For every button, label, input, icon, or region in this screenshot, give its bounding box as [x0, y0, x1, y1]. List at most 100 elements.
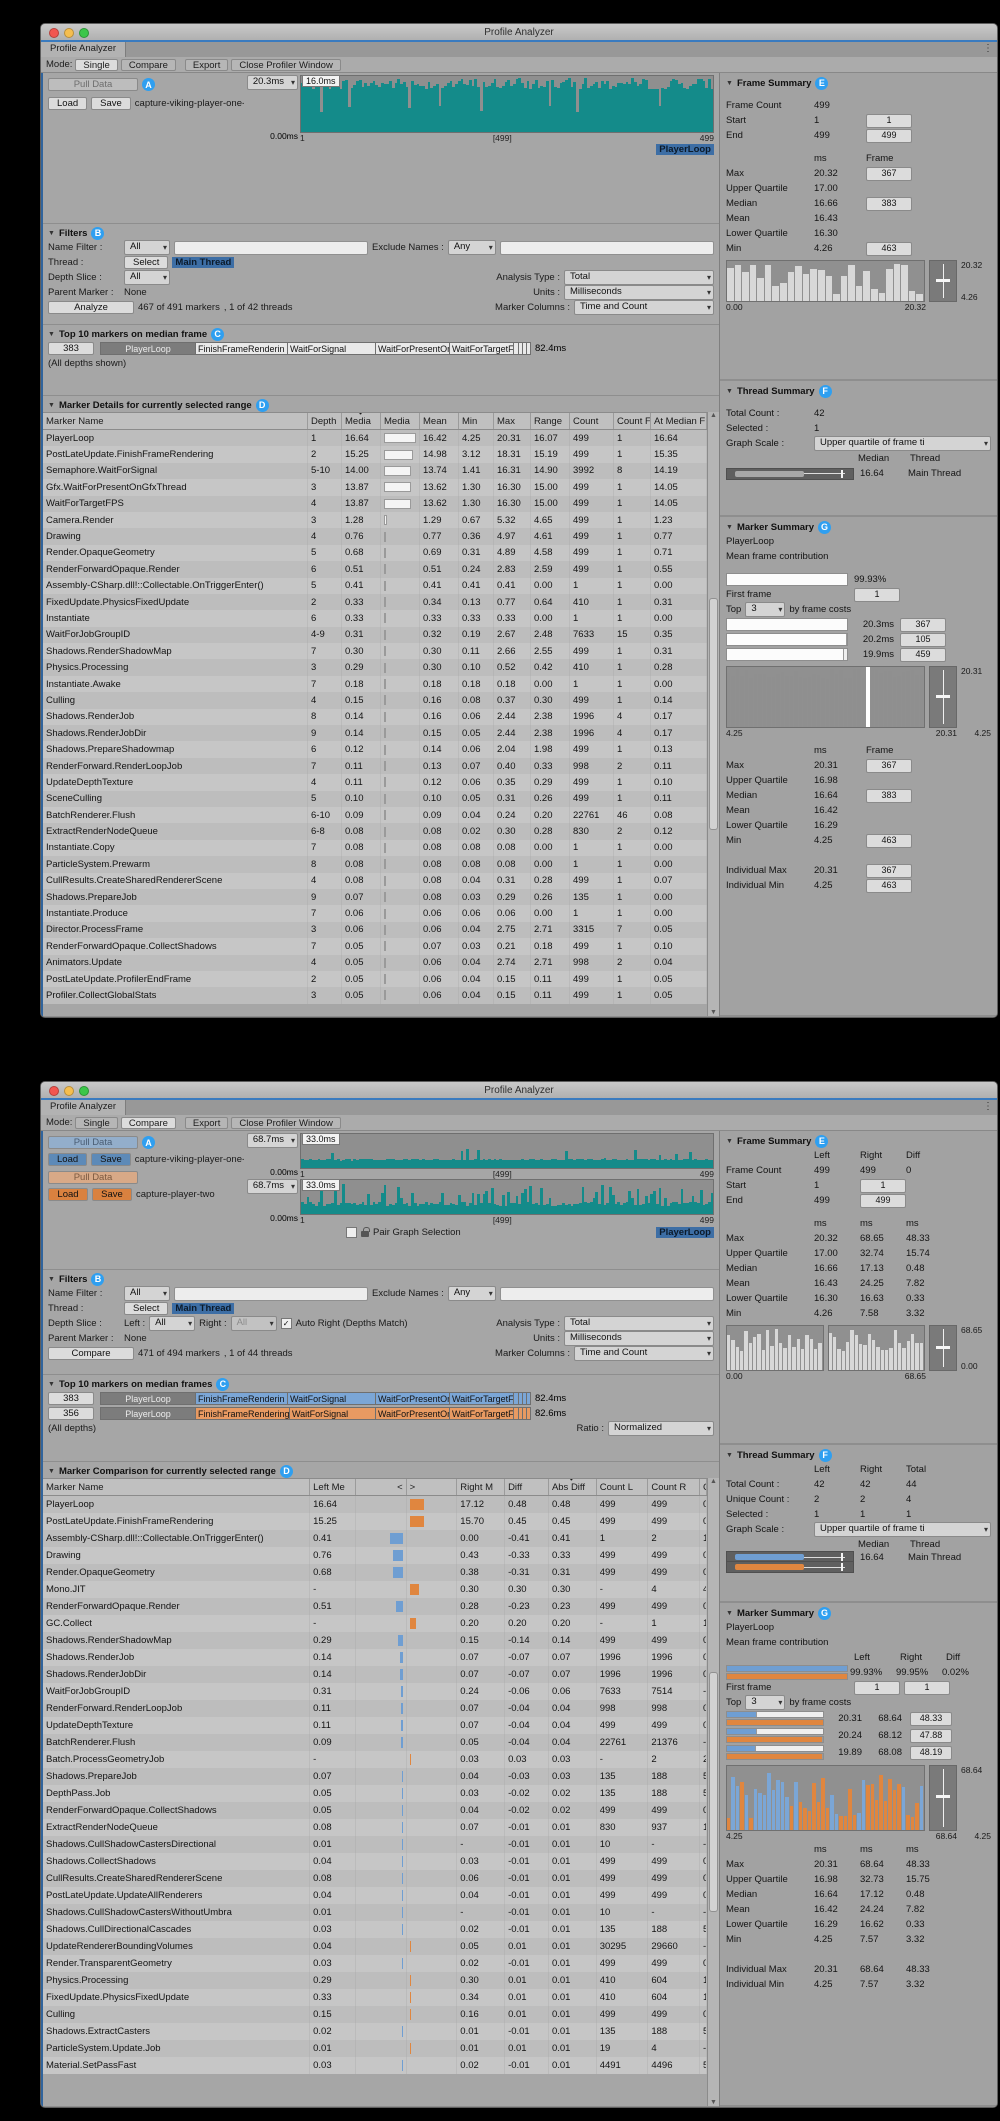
pull-data-left-button[interactable]: Pull Data	[48, 1136, 138, 1149]
thread-range-bar-right[interactable]	[726, 1561, 854, 1573]
close-window-icon[interactable]	[49, 28, 59, 38]
marker-histogram[interactable]	[726, 666, 925, 728]
selected-marker-tag[interactable]: PlayerLoop	[656, 144, 714, 155]
frame-jump-button[interactable]: 383	[866, 789, 912, 803]
table-row[interactable]: FixedUpdate.PhysicsFixedUpdate2 0.33 0.3…	[43, 594, 707, 610]
details-title[interactable]: Marker Details for currently selected ra…	[59, 400, 252, 411]
table-row[interactable]: ExtractRenderNodeQueue0.08 0.07-0.01 0.0…	[43, 1819, 707, 1836]
details-scrollbar[interactable]: ▲▼	[707, 412, 719, 1016]
top10-segment[interactable]: WaitForPresentOn	[376, 1407, 450, 1420]
table-row[interactable]: Shadows.PrepareJob0.07 0.04-0.03 0.03135…	[43, 1768, 707, 1785]
comparison-header[interactable]: Marker NameLeft Me <> Right MDiff Abs Di…	[43, 1478, 707, 1496]
table-row[interactable]: Render.OpaqueGeometry0.68 0.38-0.31 0.31…	[43, 1564, 707, 1581]
table-row[interactable]: FixedUpdate.PhysicsFixedUpdate0.33 0.340…	[43, 1989, 707, 2006]
top10-segment[interactable]: FinishFrameRenderin	[196, 1392, 288, 1405]
start-frame-button[interactable]: 1	[866, 114, 912, 128]
depth-slice-dropdown[interactable]: All	[124, 270, 170, 285]
table-row[interactable]: Material.SetPassFast0.03 0.02-0.01 0.014…	[43, 2057, 707, 2074]
units-dropdown[interactable]: Milliseconds	[564, 1331, 714, 1346]
table-row[interactable]: ParticleSystem.Update.Job0.01 0.010.01 0…	[43, 2040, 707, 2057]
table-row[interactable]: Gfx.WaitForPresentOnGfxThread3 13.87 13.…	[43, 479, 707, 495]
kebab-menu-icon[interactable]: ⋮	[983, 43, 993, 54]
tab-profile-analyzer[interactable]: Profile Analyzer	[41, 42, 126, 57]
table-row[interactable]: PostLateUpdate.FinishFrameRendering2 15.…	[43, 446, 707, 462]
mode-compare-button[interactable]: Compare	[121, 59, 176, 71]
table-row[interactable]: UpdateRendererBoundingVolumes0.04 0.050.…	[43, 1938, 707, 1955]
analysis-type-dropdown[interactable]: Total	[564, 270, 714, 285]
export-button[interactable]: Export	[185, 1117, 228, 1129]
table-row[interactable]: Semaphore.WaitForSignal5-10 14.00 13.741…	[43, 463, 707, 479]
units-dropdown[interactable]: Milliseconds	[564, 285, 714, 300]
thread-range-bar[interactable]	[726, 468, 854, 480]
end-frame-button[interactable]: 499	[860, 1194, 906, 1208]
close-profiler-button[interactable]: Close Profiler Window	[231, 1117, 340, 1129]
exclude-mode-dropdown[interactable]: Any	[448, 240, 496, 255]
frame-jump-button[interactable]: 367	[900, 618, 946, 632]
frame-histogram[interactable]	[726, 260, 925, 302]
table-row[interactable]: Director.ProcessFrame3 0.06 0.060.04 2.7…	[43, 922, 707, 938]
filters-title[interactable]: Filters	[59, 1274, 88, 1285]
frame-jump-button[interactable]: 105	[900, 633, 946, 647]
marker-summary-title[interactable]: Marker Summary	[737, 1608, 814, 1619]
zoom-window-icon[interactable]	[79, 1086, 89, 1096]
table-row[interactable]: Drawing4 0.76 0.770.36 4.974.61 4991 0.7…	[43, 528, 707, 544]
frame-summary-title[interactable]: Frame Summary	[737, 78, 811, 89]
marker-columns-dropdown[interactable]: Time and Count	[574, 300, 714, 315]
table-row[interactable]: Instantiate.Copy7 0.08 0.080.08 0.080.00…	[43, 840, 707, 856]
top10-right-bar[interactable]: 356 PlayerLoop FinishFrameRendering Wait…	[48, 1406, 714, 1421]
table-row[interactable]: Animators.Update4 0.05 0.060.04 2.742.71…	[43, 955, 707, 971]
median-frame-button[interactable]: 383	[48, 342, 94, 355]
zoom-window-icon[interactable]	[79, 28, 89, 38]
frame-jump-button[interactable]: 367	[866, 759, 912, 773]
table-row[interactable]: Shadows.CullShadowCastersDirectional0.01…	[43, 1836, 707, 1853]
table-row[interactable]: RenderForward.RenderLoopJob7 0.11 0.130.…	[43, 758, 707, 774]
table-row[interactable]: Render.TransparentGeometry0.03 0.02-0.01…	[43, 1955, 707, 1972]
table-row[interactable]: BatchRenderer.Flush0.09 0.05-0.04 0.0422…	[43, 1734, 707, 1751]
table-row[interactable]: RenderForwardOpaque.Render0.51 0.28-0.23…	[43, 1598, 707, 1615]
table-row[interactable]: ParticleSystem.Prewarm8 0.08 0.080.08 0.…	[43, 856, 707, 872]
analyze-button[interactable]: Analyze	[48, 301, 134, 314]
top10-left-bar[interactable]: 383 PlayerLoop FinishFrameRenderin WaitF…	[48, 1391, 714, 1406]
median-frame-left-button[interactable]: 383	[48, 1392, 94, 1405]
table-row[interactable]: GC.Collect- 0.200.20 0.20- 11	[43, 1615, 707, 1632]
median-frame-right-button[interactable]: 356	[48, 1407, 94, 1420]
mode-compare-button[interactable]: Compare	[121, 1117, 176, 1129]
thread-summary-title[interactable]: Thread Summary	[737, 1450, 815, 1461]
titlebar[interactable]: Profile Analyzer	[41, 24, 997, 40]
name-filter-input[interactable]	[174, 1287, 368, 1301]
top-n-dropdown[interactable]: 3	[745, 1695, 785, 1710]
compare-button[interactable]: Compare	[48, 1347, 134, 1360]
frame-time-graph-left[interactable]	[300, 1133, 714, 1169]
table-row[interactable]: DepthPass.Job0.05 0.03-0.02 0.02135 1885…	[43, 1785, 707, 1802]
top-n-dropdown[interactable]: 3	[745, 602, 785, 617]
end-frame-button[interactable]: 499	[866, 129, 912, 143]
table-row[interactable]: PostLateUpdate.UpdateAllRenderers0.04 0.…	[43, 1887, 707, 1904]
table-row[interactable]: SceneCulling5 0.10 0.100.05 0.310.26 499…	[43, 791, 707, 807]
frame-jump-button[interactable]: 367	[866, 167, 912, 181]
frame-jump-button[interactable]: 463	[866, 834, 912, 848]
top10-segment[interactable]: WaitForTargetFPS	[450, 1407, 514, 1420]
frame-time-graph[interactable]	[300, 75, 714, 133]
table-row[interactable]: RenderForwardOpaque.Render6 0.51 0.510.2…	[43, 561, 707, 577]
top10-marker-bar[interactable]: 383 PlayerLoop FinishFrameRenderin WaitF…	[48, 341, 714, 356]
table-row[interactable]: Mono.JIT- 0.300.30 0.30- 44	[43, 1581, 707, 1598]
table-row[interactable]: CullResults.CreateSharedRendererScene0.0…	[43, 1870, 707, 1887]
mode-single-button[interactable]: Single	[75, 1117, 117, 1129]
table-row[interactable]: WaitForJobGroupID4-9 0.31 0.320.19 2.672…	[43, 627, 707, 643]
exclude-names-input[interactable]	[500, 241, 714, 255]
top10-title[interactable]: Top 10 markers on median frame	[59, 329, 207, 340]
table-row[interactable]: PostLateUpdate.ProfilerEndFrame2 0.05 0.…	[43, 971, 707, 987]
table-row[interactable]: Shadows.RenderJobDir0.14 0.07-0.07 0.071…	[43, 1666, 707, 1683]
depth-left-dropdown[interactable]: All	[149, 1316, 195, 1331]
table-row[interactable]: PlayerLoop16.64 17.120.48 0.48499 4990	[43, 1496, 707, 1513]
table-row[interactable]: Render.OpaqueGeometry5 0.68 0.690.31 4.8…	[43, 545, 707, 561]
table-row[interactable]: RenderForwardOpaque.CollectShadows7 0.05…	[43, 938, 707, 954]
top10-segment[interactable]: WaitForTargetFPS	[450, 1392, 514, 1405]
table-row[interactable]: Batch.ProcessGeometryJob- 0.030.03 0.03-…	[43, 1751, 707, 1768]
first-frame-left-button[interactable]: 1	[854, 1681, 900, 1695]
table-row[interactable]: Drawing0.76 0.43-0.33 0.33499 4990	[43, 1547, 707, 1564]
table-row[interactable]: Shadows.RenderJob8 0.14 0.160.06 2.442.3…	[43, 709, 707, 725]
table-row[interactable]: Camera.Render3 1.28 1.290.67 5.324.65 49…	[43, 512, 707, 528]
table-row[interactable]: Shadows.CullDirectionalCascades0.03 0.02…	[43, 1921, 707, 1938]
top10-title[interactable]: Top 10 markers on median frames	[59, 1379, 212, 1390]
